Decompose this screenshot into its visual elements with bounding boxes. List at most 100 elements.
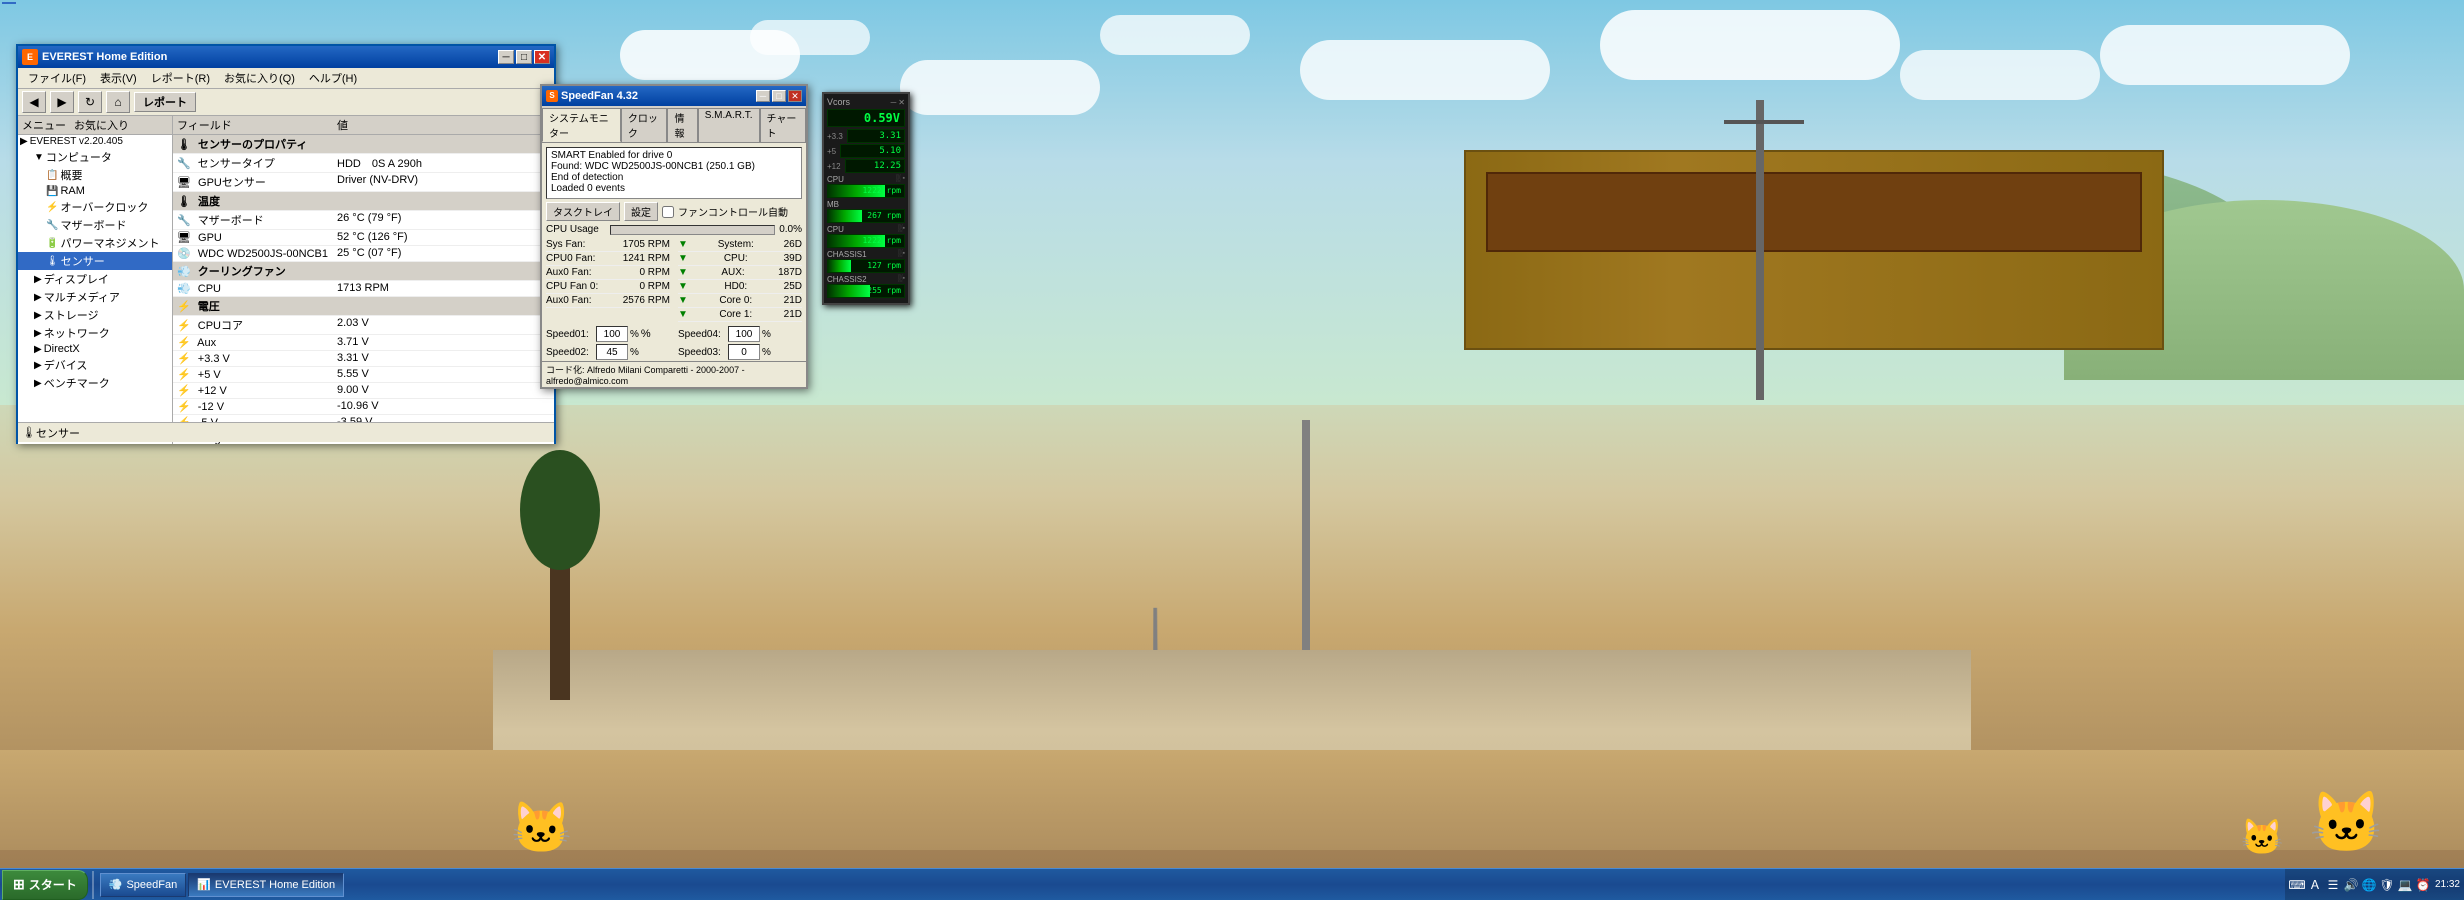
everest-toolbar: ◀ ▶ ↻ ⌂ レポート [18,89,554,116]
menu-help[interactable]: ヘルプ(H) [303,69,363,87]
tree-item-motherboard[interactable]: 🔧 マザーボード [18,216,172,234]
section-voltage-label: ⚡ 電圧 [173,297,554,316]
tree-item-network[interactable]: ▶ ネットワーク [18,324,172,342]
sf-temp-label-1: CPU: [724,253,748,264]
gpu-temp-label: GPU [198,232,222,244]
tree-label-sensor: センサー [61,253,105,269]
tree-item-overview[interactable]: 📋 概要 [18,166,172,184]
menu-file[interactable]: ファイル(F) [22,69,92,87]
sf-fan-label-3: CPU Fan 0: [546,281,598,292]
taskbar-item-speedfan[interactable]: 💨 SpeedFan [100,873,186,897]
sf-speed-input-2[interactable] [728,344,760,360]
tree-label-display: ディスプレイ [44,271,109,287]
report-button[interactable]: レポート [134,92,196,112]
vcore-controls: ─ ✕ [891,98,905,107]
tab-chart[interactable]: チャート [760,108,806,142]
sf-speed-pct-0: % [630,329,639,340]
tree-item-storage[interactable]: ▶ ストレージ [18,306,172,324]
back-button[interactable]: ◀ [22,91,46,113]
menu-favorites[interactable]: お気に入り(Q) [218,69,301,87]
tab-info[interactable]: 情報 [667,108,697,142]
vcore-chassis1-header: CHASSIS1 ░▪ [827,250,905,259]
field-sensor-type: 🔧 センサータイプ [173,154,333,173]
speedfan-title-area: S SpeedFan 4.32 [546,90,638,102]
sf-temp-row-0: ▼ System: 26D [678,238,802,252]
start-button[interactable]: ⊞ スタート [2,870,88,900]
tree-item-ram[interactable]: 💾 RAM [18,184,172,198]
vcore-chassis1-value: 127 rpm [867,261,901,270]
home-button[interactable]: ⌂ [106,91,130,113]
value-neg12v: -10.96 V [333,399,554,415]
cloud-4 [1100,15,1250,55]
tree-item-everest[interactable]: ▶ EVEREST v2.20.405 [18,135,172,148]
sf-temp-arrow-1: ▼ [678,253,688,264]
field-header: フィールド [173,116,333,135]
sf-speeds: Speed01: % % Speed04: % Speed02: % Speed… [546,326,802,360]
sf-button-row: タスクトレイ 設定 ファンコントロール自動 [546,202,802,221]
vcore-cpu-value: 1222 rpm [862,186,901,195]
menu-report[interactable]: レポート(R) [145,69,216,87]
tree-item-powermgmt[interactable]: 🔋 パワーマネジメント [18,234,172,252]
tree-icon-network: ▶ [34,328,42,339]
neg12v-icon: ⚡ [177,401,191,413]
vcore-minimize-btn[interactable]: ─ [891,98,897,107]
sf-close-btn[interactable]: ✕ [788,90,802,102]
vcore-close-btn[interactable]: ✕ [898,98,905,107]
tree-label-computer: コンピュータ [46,149,112,165]
value-hdd-temp: 25 °C (07 °F) [333,246,554,262]
sf-auto-label: ファンコントロール自動 [678,204,788,219]
power-pole [1756,100,1764,400]
taskbar-item-everest[interactable]: 📊 EVEREST Home Edition [188,873,344,897]
vcore-cpu-section: CPU ░ ▪ 1222 rpm [827,175,905,198]
minimize-button[interactable]: ─ [498,50,514,64]
maximize-button[interactable]: □ [516,50,532,64]
menu-view[interactable]: 表示(V) [94,69,143,87]
tab-smart[interactable]: S.M.A.R.T. [698,108,760,142]
tree-item-directx[interactable]: ▶ DirectX [18,342,172,356]
sf-minimize-btn[interactable]: ─ [756,90,770,102]
sf-maximize-btn[interactable]: □ [772,90,786,102]
row-5v: ⚡ +5 V 5.55 V [173,367,554,383]
sf-speed-input-0[interactable] [596,326,628,342]
tree-item-display[interactable]: ▶ ディスプレイ [18,270,172,288]
tree-item-sensor[interactable]: 🌡 センサー [18,252,172,270]
sf-fan-value-2: 0 RPM [639,267,670,278]
taskbar-items: 💨 SpeedFan 📊 EVEREST Home Edition [100,873,2285,897]
sf-info-line4: Loaded 0 events [551,183,797,194]
sf-speed-input-1[interactable] [596,344,628,360]
sf-speed-input-3[interactable] [728,326,760,342]
tree-label-overclock: オーバークロック [60,199,148,215]
tree-item-computer[interactable]: ▼ コンピュータ [18,148,172,166]
sf-configure-btn[interactable]: 設定 [624,202,658,221]
sf-cpu-usage-row: CPU Usage 0.0% [546,224,802,235]
sensor-section-icon: 🌡 [177,139,191,151]
tree-item-overclock[interactable]: ⚡ オーバークロック [18,198,172,216]
value-mb-temp: 26 °C (79 °F) [333,211,554,230]
tree-item-multimedia[interactable]: ▶ マルチメディア [18,288,172,306]
train-car [1464,150,2164,350]
sf-data-grid: Sys Fan: 1705 RPM CPU0 Fan: 1241 RPM Aux… [546,238,802,322]
close-button[interactable]: ✕ [534,50,550,64]
cpu-core-icon: ⚡ [177,320,191,332]
taskbar-speedfan-label: SpeedFan [126,879,177,891]
taskbar: ⊞ スタート 💨 SpeedFan 📊 EVEREST Home Edition… [0,868,2464,900]
tab-clock[interactable]: クロック [621,108,668,142]
tab-system-monitor[interactable]: システムモニター [542,108,621,142]
sf-tasktray-btn[interactable]: タスクトレイ [546,202,620,221]
tree-item-devices[interactable]: ▶ デバイス [18,356,172,374]
tree-items: ▶ EVEREST v2.20.405 ▼ コンピュータ 📋 概要 💾 RAM [18,135,172,392]
tree-item-benchmark[interactable]: ▶ ベンチマーク [18,374,172,392]
vcore-label-5v: +5 [827,147,836,156]
sf-auto-checkbox[interactable] [662,206,674,218]
sf-temp-row-5: ▼ Core 1: 21D [678,308,802,322]
refresh-button[interactable]: ↻ [78,91,102,113]
sf-info-line2: Found: WDC WD2500JS-00NCB1 (250.1 GB) [551,161,797,172]
field-5v: ⚡ +5 V [173,367,333,383]
tray-time: 21:32 [2435,879,2460,890]
vcore-cpu2-ctrl: ░▪ [898,225,905,234]
forward-button[interactable]: ▶ [50,91,74,113]
sf-temp-arrow-4: ▼ [678,295,688,306]
cpu-fan-icon: 💨 [177,283,191,295]
neg12v-label: -12 V [198,401,224,413]
value-sensor-type: HDD 0S A 290h [333,154,554,173]
